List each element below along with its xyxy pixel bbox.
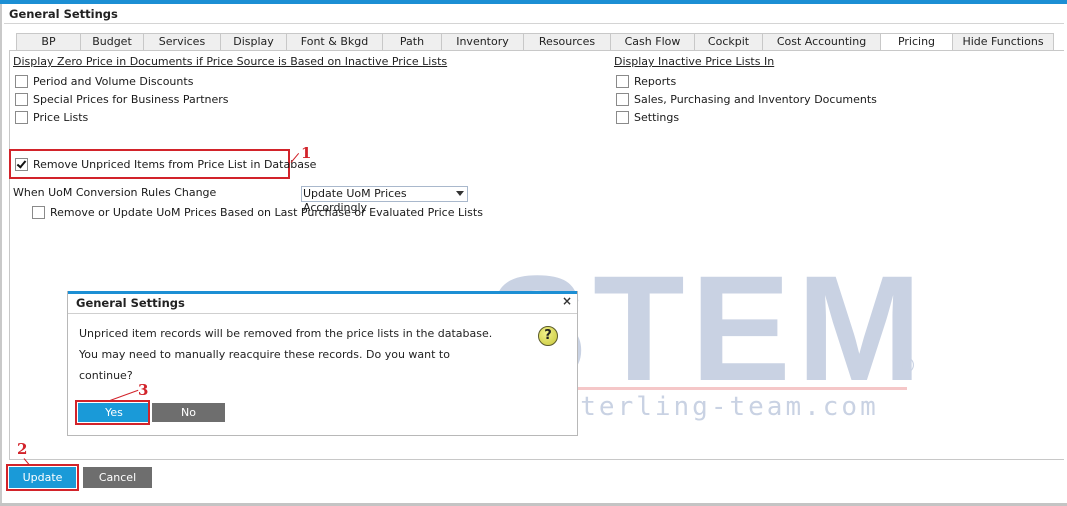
option-price-lists[interactable]: Price Lists <box>15 109 88 125</box>
question-icon: ? <box>538 326 558 346</box>
option-label: Period and Volume Discounts <box>33 74 194 88</box>
annotation-box-3 <box>75 400 150 425</box>
update-button[interactable]: Update <box>9 467 76 488</box>
tab-font-bkgd[interactable]: Font & Bkgd <box>286 33 382 51</box>
option-label: Remove or Update UoM Prices Based on Las… <box>50 205 483 219</box>
dialog-accent-bar <box>68 291 577 294</box>
tab-cost-accounting[interactable]: Cost Accounting <box>762 33 880 51</box>
option-label: Price Lists <box>33 110 89 124</box>
option-label: Reports <box>634 74 677 88</box>
checkbox[interactable] <box>32 205 45 219</box>
option-remove-unpriced-items[interactable]: Remove Unpriced Items from Price List in… <box>15 156 316 172</box>
tab-cockpit[interactable]: Cockpit <box>694 33 762 51</box>
tab-strip: BP Budget Services Display Font & Bkgd P… <box>16 33 1054 51</box>
window-frame-left <box>0 4 2 504</box>
option-label: Settings <box>634 110 680 124</box>
option-label: Special Prices for Business Partners <box>33 92 229 106</box>
checkbox[interactable] <box>616 92 629 106</box>
annotation-number-3: 3 <box>138 381 149 399</box>
checkbox[interactable] <box>15 74 28 88</box>
window-title: General Settings <box>9 7 118 21</box>
annotation-number-2: 2 <box>17 440 28 458</box>
tab-panel-left-border <box>9 50 10 460</box>
checkbox[interactable] <box>15 92 28 106</box>
option-period-volume-discounts[interactable]: Period and Volume Discounts <box>15 73 193 89</box>
window-accent-bar <box>0 0 1067 4</box>
zero-price-section-title: Display Zero Price in Documents if Price… <box>13 55 448 68</box>
close-icon[interactable]: × <box>562 294 572 308</box>
option-settings[interactable]: Settings <box>616 109 679 125</box>
option-special-prices-bp[interactable]: Special Prices for Business Partners <box>15 91 229 107</box>
dialog-separator <box>68 313 577 314</box>
tab-path[interactable]: Path <box>382 33 441 51</box>
checkbox[interactable] <box>15 110 28 124</box>
option-label: Sales, Purchasing and Inventory Document… <box>634 92 877 106</box>
tab-bp[interactable]: BP <box>16 33 80 51</box>
tab-hide-functions[interactable]: Hide Functions <box>952 33 1054 51</box>
checkbox-checked[interactable] <box>15 157 28 171</box>
tab-pricing[interactable]: Pricing <box>880 33 952 51</box>
tab-services[interactable]: Services <box>143 33 220 51</box>
option-sales-purchasing-inventory-docs[interactable]: Sales, Purchasing and Inventory Document… <box>616 91 877 107</box>
tab-display[interactable]: Display <box>220 33 286 51</box>
tab-budget[interactable]: Budget <box>80 33 143 51</box>
inactive-price-lists-section-title: Display Inactive Price Lists In <box>614 55 775 68</box>
uom-rules-dropdown[interactable]: Update UoM Prices Accordingly <box>301 186 468 214</box>
checkbox[interactable] <box>616 110 629 124</box>
tab-cash-flow[interactable]: Cash Flow <box>610 33 694 51</box>
option-remove-update-uom-prices[interactable]: Remove or Update UoM Prices Based on Las… <box>32 204 483 220</box>
tab-panel-bottom-border <box>9 459 1064 460</box>
tab-panel-top-border <box>9 50 1064 51</box>
checkbox[interactable] <box>616 74 629 88</box>
watermark-registered-mark: ® <box>895 354 917 379</box>
option-reports[interactable]: Reports <box>616 73 676 89</box>
dialog-title: General Settings <box>76 296 185 310</box>
uom-rules-label: When UoM Conversion Rules Change <box>13 186 217 199</box>
tab-resources[interactable]: Resources <box>523 33 610 51</box>
no-button[interactable]: No <box>152 403 225 422</box>
annotation-number-1: 1 <box>301 144 312 162</box>
chevron-down-icon <box>456 191 464 196</box>
title-separator <box>4 23 1064 24</box>
cancel-button[interactable]: Cancel <box>83 467 152 488</box>
option-label: Remove Unpriced Items from Price List in… <box>33 157 317 171</box>
dialog-message: Unpriced item records will be removed fr… <box>79 327 493 382</box>
tab-inventory[interactable]: Inventory <box>441 33 523 51</box>
